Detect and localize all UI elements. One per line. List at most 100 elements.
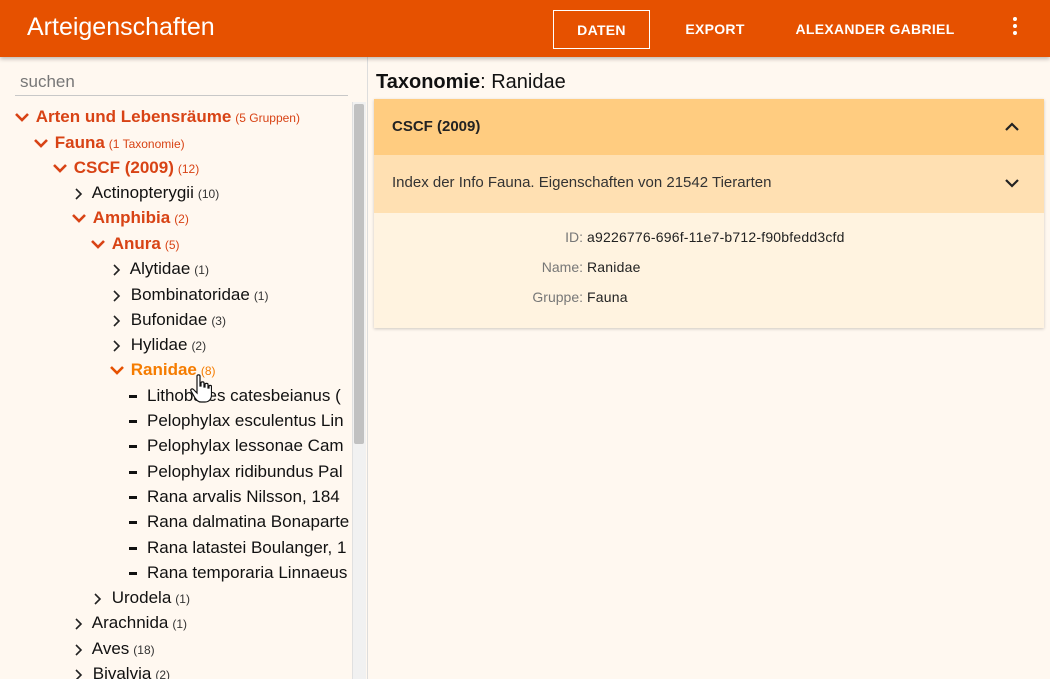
property-row-gruppe: Gruppe: Fauna	[374, 287, 1044, 307]
tree-node[interactable]: Actinopterygii (10)	[70, 181, 219, 205]
tree-scrollbar-thumb[interactable]	[354, 104, 364, 444]
chevron-up-icon[interactable]	[1002, 117, 1022, 137]
tree-node-label: Rana arvalis Nilsson, 184	[147, 487, 340, 506]
chevron-right-icon[interactable]	[108, 257, 126, 281]
tree-node-count: (10)	[197, 187, 220, 201]
more-vert-icon[interactable]	[1006, 17, 1024, 41]
tree-node-label: Arten und Lebensräume	[35, 107, 232, 126]
taxonomy-card-header[interactable]: CSCF (2009)	[374, 99, 1044, 155]
tree-node[interactable]: Rana latastei Boulanger, 1	[127, 536, 346, 560]
chevron-right-icon[interactable]	[89, 586, 107, 610]
leaf-dash-icon	[129, 395, 137, 399]
tree-node[interactable]: Hylidae (2)	[108, 333, 206, 357]
tree-node[interactable]: Lithobates catesbeianus (	[127, 384, 341, 408]
taxonomy-card-title: CSCF (2009)	[392, 118, 481, 135]
leaf-dash-icon	[129, 471, 137, 475]
tree-node-label: Urodela	[111, 588, 172, 607]
taxonomy-description: Index der Info Fauna. Eigenschaften von …	[392, 174, 772, 191]
tree-node-label: Lithobates catesbeianus (	[147, 386, 341, 405]
chevron-right-icon[interactable]	[70, 611, 88, 635]
tree-node-count: (1)	[194, 263, 209, 277]
tree-node-count: (1)	[253, 289, 269, 303]
tree-node-count: (1 Taxonomie)	[108, 137, 185, 151]
property-row-id: ID: a9226776-696f-11e7-b712-f90bfedd3cfd	[374, 227, 1044, 247]
detail-pane: Taxonomie: Ranidae CSCF (2009) Index der…	[369, 57, 1050, 679]
tree-node[interactable]: Fauna (1 Taxonomie)	[32, 131, 185, 155]
page-title: Taxonomie: Ranidae	[376, 71, 566, 94]
chevron-right-icon[interactable]	[108, 283, 126, 307]
tree-node[interactable]: Pelophylax lessonae Cam	[127, 434, 344, 458]
tree-node-label: Ranidae	[130, 360, 197, 379]
tree-node-label: Bufonidae	[130, 310, 208, 329]
tree-node-count: (2)	[155, 668, 170, 679]
tree-node-label: Amphibia	[92, 208, 171, 227]
tree-node[interactable]: Pelophylax esculentus Lin	[127, 409, 344, 433]
chevron-down-icon[interactable]	[89, 232, 107, 256]
tree-node-count: (2)	[191, 339, 207, 353]
tree-node[interactable]: Rana arvalis Nilsson, 184	[127, 485, 340, 509]
tree-node[interactable]: Amphibia (2)	[70, 206, 189, 230]
leaf-dash-icon	[129, 547, 137, 551]
app-bar: Arteigenschaften DATEN EXPORT ALEXANDER …	[0, 0, 1050, 57]
tree-pane: Arten und Lebensräume(5 Gruppen) Fauna(1…	[0, 57, 368, 679]
title-key: Taxonomie	[376, 71, 481, 93]
nav-daten-button[interactable]: DATEN	[553, 10, 650, 49]
taxonomy-card: CSCF (2009) Index der Info Fauna. Eigens…	[374, 99, 1044, 328]
tree-node-count: (2)	[174, 212, 189, 226]
tree-node[interactable]: Bivalvia (2)	[70, 662, 170, 679]
tree-node-label: Pelophylax esculentus Lin	[147, 411, 344, 430]
tree-node-label: Aves	[91, 639, 130, 658]
nav-export-button[interactable]: EXPORT	[676, 10, 754, 49]
tree-node-label: Bombinatoridae	[130, 285, 250, 304]
property-value: Fauna	[587, 289, 628, 305]
property-key: Name:	[541, 259, 583, 275]
chevron-down-icon[interactable]	[32, 131, 50, 155]
property-row-name: Name: Ranidae	[374, 257, 1044, 277]
chevron-down-icon[interactable]	[51, 156, 69, 180]
nav-user-button[interactable]: ALEXANDER GABRIEL	[790, 10, 960, 49]
leaf-dash-icon	[129, 445, 137, 449]
chevron-right-icon[interactable]	[70, 637, 88, 661]
tree-node[interactable]: CSCF (2009) (12)	[51, 156, 199, 180]
property-key: ID:	[565, 229, 583, 245]
chevron-down-icon[interactable]	[13, 105, 31, 129]
chevron-right-icon[interactable]	[70, 181, 88, 205]
chevron-down-icon[interactable]	[1002, 173, 1022, 193]
tree-node-label: Rana dalmatina Bonaparte	[147, 512, 350, 531]
tree-node[interactable]: Urodela (1)	[89, 586, 190, 610]
hand-cursor-icon	[190, 374, 212, 403]
tree-node-label: Pelophylax ridibundus Pal	[147, 462, 343, 481]
tree-node[interactable]: Alytidae (1)	[108, 257, 209, 281]
tree-node-label: Rana temporaria Linnaeus	[147, 563, 348, 582]
tree-node-count: (5 Gruppen)	[235, 111, 300, 125]
tree-node[interactable]: Arten und Lebensräume (5 Gruppen)	[13, 105, 300, 129]
tree-node[interactable]: Arachnida (1)	[70, 611, 187, 635]
tree-node[interactable]: Pelophylax ridibundus Pal	[127, 460, 343, 484]
tree-node-count: (18)	[133, 643, 155, 657]
property-value: a9226776-696f-11e7-b712-f90bfedd3cfd	[587, 229, 845, 245]
chevron-right-icon[interactable]	[108, 308, 126, 332]
tree-node-count: (5)	[164, 238, 180, 252]
tree-node[interactable]: Aves (18)	[70, 637, 155, 661]
tree-node[interactable]: Bufonidae (3)	[108, 308, 226, 332]
tree-node-label: Pelophylax lessonae Cam	[147, 436, 344, 455]
chevron-right-icon[interactable]	[70, 662, 88, 679]
tree-node-label: Hylidae	[130, 335, 188, 354]
chevron-down-icon[interactable]	[70, 206, 88, 230]
tree-node-count: (1)	[175, 592, 190, 606]
taxonomy-description-row[interactable]: Index der Info Fauna. Eigenschaften von …	[374, 155, 1044, 213]
tree-node[interactable]: Rana dalmatina Bonaparte	[127, 510, 349, 534]
tree-node-label: Rana latastei Boulanger, 1	[147, 538, 347, 557]
tree-node-label: Actinopterygii	[91, 183, 194, 202]
search-input[interactable]	[15, 68, 348, 96]
chevron-down-icon[interactable]	[108, 358, 126, 382]
tree-node-count: (12)	[177, 162, 200, 176]
tree-node[interactable]: Bombinatoridae (1)	[108, 283, 268, 307]
tree-node-label: Bivalvia	[92, 664, 152, 679]
tree-node[interactable]: Anura (5)	[89, 232, 180, 256]
properties-list: ID: a9226776-696f-11e7-b712-f90bfedd3cfd…	[374, 213, 1044, 328]
tree-node[interactable]: Rana temporaria Linnaeus	[127, 561, 347, 585]
chevron-right-icon[interactable]	[108, 333, 126, 357]
leaf-dash-icon	[129, 420, 137, 424]
leaf-dash-icon	[129, 496, 137, 500]
